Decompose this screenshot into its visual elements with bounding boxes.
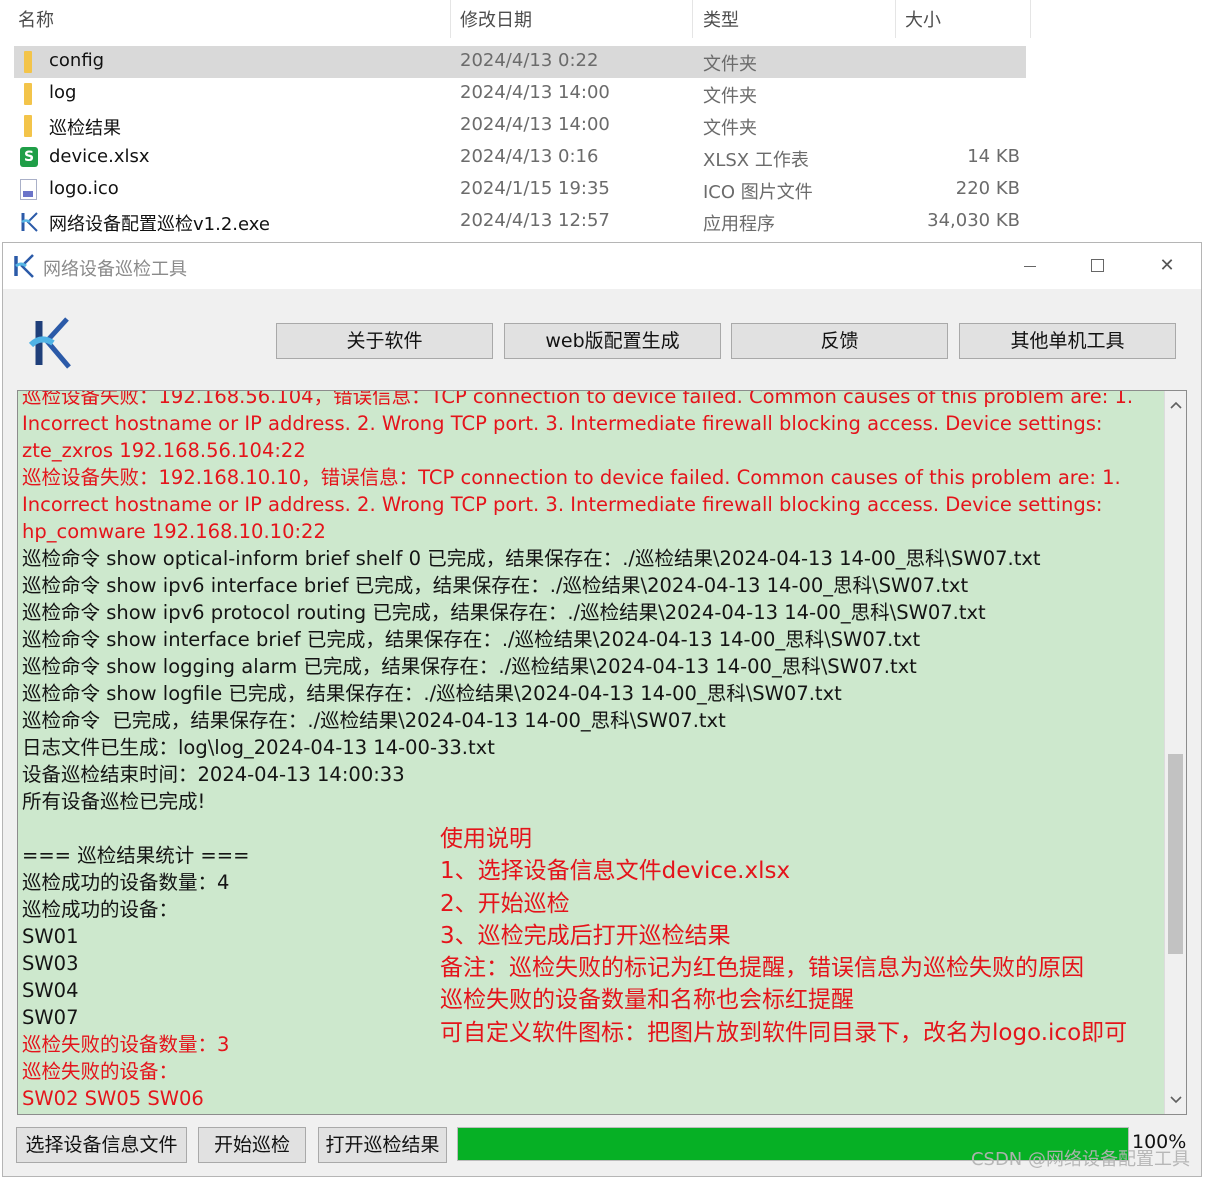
file-modified: 2024/4/13 14:00 (460, 114, 610, 135)
instruction-line: 可自定义软件图标：把图片放到软件同目录下，改名为logo.ico即可 (440, 1019, 1128, 1046)
log-line: 巡检命令 已完成，结果保存在：./巡检结果\2024-04-13 14-00_思… (22, 709, 726, 732)
folder-icon (24, 51, 32, 73)
file-row[interactable]: config 2024/4/13 0:22 文件夹 (14, 46, 1026, 78)
ico-icon (20, 179, 37, 200)
usage-instructions: 使用说明 1、选择设备信息文件device.xlsx 2、开始巡检 3、巡检完成后打开… (440, 823, 1127, 1049)
column-header-size[interactable]: 大小 (905, 6, 941, 32)
log-line: hp_comware 192.168.10.10:22 (22, 520, 326, 543)
log-line: 巡检失败的设备： (22, 1060, 179, 1083)
app-logo-icon (14, 254, 34, 278)
app-icon (21, 212, 38, 232)
start-inspection-button[interactable]: 开始巡检 (198, 1127, 306, 1163)
column-divider[interactable] (895, 0, 896, 38)
log-line: 巡检命令 show optical-inform brief shelf 0 已… (22, 547, 1041, 570)
log-line: 巡检设备失败：192.168.56.104，错误信息：TCP connectio… (22, 390, 1134, 408)
scroll-up-icon[interactable] (1165, 395, 1186, 417)
about-button[interactable]: 关于软件 (276, 323, 493, 359)
file-modified: 2024/4/13 0:16 (460, 146, 599, 167)
file-name: logo.ico (49, 178, 119, 199)
file-modified: 2024/1/15 19:35 (460, 178, 610, 199)
file-row[interactable]: 巡检结果 2024/4/13 14:00 文件夹 (14, 110, 1026, 142)
file-row[interactable]: Sdevice.xlsx 2024/4/13 0:16 XLSX 工作表 14 KB (14, 142, 1026, 174)
instruction-line: 使用说明 (440, 826, 532, 852)
instruction-line: 3、巡检完成后打开巡检结果 (440, 922, 731, 949)
open-results-button[interactable]: 打开巡检结果 (318, 1127, 447, 1163)
select-file-button[interactable]: 选择设备信息文件 (16, 1127, 187, 1163)
file-row[interactable]: log 2024/4/13 14:00 文件夹 (14, 78, 1026, 110)
column-header-type[interactable]: 类型 (703, 6, 739, 32)
log-line: 设备巡检结束时间：2024-04-13 14:00:33 (22, 763, 405, 786)
window-title: 网络设备巡检工具 (43, 259, 187, 280)
log-line: 巡检命令 show ipv6 interface brief 已完成，结果保存在… (22, 574, 969, 597)
log-line: 巡检设备失败：192.168.10.10，错误信息：TCP connection… (22, 466, 1121, 489)
file-name: 巡检结果 (49, 118, 121, 139)
instruction-line: 备注：巡检失败的标记为红色提醒，错误信息为巡检失败的原因 (440, 955, 1084, 982)
close-button[interactable]: ✕ (1145, 251, 1189, 281)
file-size: 220 KB (955, 178, 1020, 199)
instruction-line: 2、开始巡检 (440, 890, 570, 917)
column-divider[interactable] (692, 0, 693, 38)
log-line: Incorrect hostname or IP address. 2. Wro… (22, 412, 1103, 435)
file-size: 14 KB (967, 146, 1020, 167)
file-row[interactable]: 网络设备配置巡检v1.2.exe 2024/4/13 12:57 应用程序 34,03… (14, 206, 1026, 238)
log-line: 巡检命令 show logfile 已完成，结果保存在：./巡检结果\2024-… (22, 682, 842, 705)
log-line: SW02 SW05 SW06 (22, 1087, 204, 1110)
file-name: 网络设备配置巡检v1.2.exe (49, 214, 270, 235)
instruction-line: 巡检失败的设备数量和名称也会标红提醒 (440, 987, 854, 1014)
log-line: 日志文件已生成：log\log_2024-04-13 14-00-33.txt (22, 736, 495, 759)
feedback-button[interactable]: 反馈 (731, 323, 948, 359)
other-tools-button[interactable]: 其他单机工具 (959, 323, 1176, 359)
log-line: 所有设备巡检已完成! (22, 790, 206, 813)
scroll-thumb[interactable] (1168, 754, 1183, 955)
folder-icon (24, 115, 32, 137)
log-output[interactable]: 巡检设备失败：192.168.56.104，错误信息：TCP connectio… (17, 390, 1187, 1115)
log-line: 巡检命令 show logging alarm 已完成，结果保存在：./巡检结果… (22, 655, 917, 678)
log-line: zte_zxros 192.168.56.104:22 (22, 439, 306, 462)
file-row[interactable]: logo.ico 2024/1/15 19:35 ICO 图片文件 220 KB (14, 174, 1026, 206)
minimize-button[interactable] (1007, 251, 1051, 281)
log-line: Incorrect hostname or IP address. 2. Wro… (22, 493, 1103, 516)
title-bar[interactable]: 网络设备巡检工具 ✕ (3, 243, 1201, 289)
folder-icon (24, 83, 32, 105)
log-line: 巡检命令 show interface brief 已完成，结果保存在：./巡检… (22, 628, 921, 651)
file-name: log (49, 82, 77, 103)
scroll-down-icon[interactable] (1165, 1088, 1186, 1110)
file-type: 应用程序 (703, 214, 775, 235)
file-type: 文件夹 (703, 118, 757, 139)
file-type: 文件夹 (703, 86, 757, 107)
file-modified: 2024/4/13 14:00 (460, 82, 610, 103)
app-window: 网络设备巡检工具 ✕ 关于软件 web版配置生成 反馈 其他单机工具 巡检设备失… (2, 242, 1202, 1177)
column-divider[interactable] (1030, 0, 1031, 38)
file-name: config (49, 50, 105, 71)
column-divider[interactable] (450, 0, 451, 38)
file-type: 文件夹 (703, 54, 757, 75)
maximize-button[interactable] (1075, 251, 1119, 281)
vertical-scrollbar[interactable] (1164, 391, 1186, 1114)
column-header-modified[interactable]: 修改日期 (460, 6, 532, 32)
file-modified: 2024/4/13 12:57 (460, 210, 610, 231)
close-icon: ✕ (1159, 255, 1175, 276)
file-modified: 2024/4/13 0:22 (460, 50, 599, 71)
log-line: 巡检命令 show ipv6 protocol routing 已完成，结果保存… (22, 601, 986, 624)
file-explorer: 名称 修改日期 类型 大小 config 2024/4/13 0:22 文件夹 log… (0, 0, 1206, 240)
instruction-line: 1、选择设备信息文件device.xlsx (440, 858, 791, 885)
watermark: CSDN @网络设备配置工具 (970, 1149, 1190, 1170)
file-name: device.xlsx (49, 146, 150, 167)
column-header-name[interactable]: 名称 (18, 6, 54, 32)
xlsx-icon: S (20, 147, 38, 167)
app-logo-icon (28, 317, 71, 369)
file-size: 34,030 KB (927, 210, 1020, 231)
file-type: ICO 图片文件 (703, 182, 813, 203)
web-config-button[interactable]: web版配置生成 (504, 323, 721, 359)
column-header-row: 名称 修改日期 类型 大小 (0, 0, 1206, 38)
file-type: XLSX 工作表 (703, 150, 809, 171)
